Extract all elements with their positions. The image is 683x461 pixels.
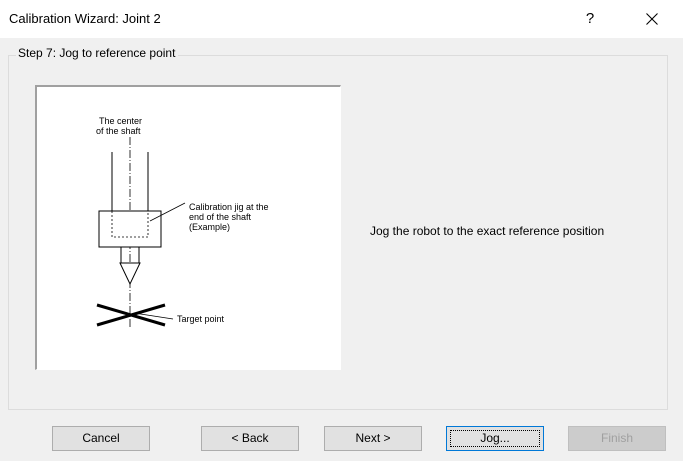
center-label-line1: The center xyxy=(99,116,142,126)
jog-button-label: Jog... xyxy=(480,431,510,445)
jig-block xyxy=(98,210,162,248)
help-icon: ? xyxy=(585,10,595,27)
title-bar: Calibration Wizard: Joint 2 ? xyxy=(0,0,683,38)
cancel-button[interactable]: Cancel xyxy=(52,426,150,451)
finish-button-label: Finish xyxy=(600,431,633,445)
center-label-line2: of the shaft xyxy=(96,126,141,136)
next-button[interactable]: Next > xyxy=(324,426,422,451)
cancel-button-label: Cancel xyxy=(82,431,120,445)
target-label: Target point xyxy=(177,314,225,324)
step-legend: Step 7: Jog to reference point xyxy=(16,46,179,60)
help-button[interactable]: ? xyxy=(575,4,605,34)
jig-label-line3: (Example) xyxy=(189,222,230,232)
finish-button[interactable]: Finish xyxy=(568,426,666,451)
pointer-tip xyxy=(119,262,141,286)
jig-label-line1: Calibration jig at the xyxy=(189,202,269,212)
jig-label-line2: end of the shaft xyxy=(189,212,252,222)
step-instruction: Jog the robot to the exact reference pos… xyxy=(370,224,605,238)
back-button[interactable]: < Back xyxy=(201,426,299,451)
next-button-label: Next > xyxy=(355,431,391,445)
jog-button[interactable]: Jog... xyxy=(446,426,544,451)
back-button-label: < Back xyxy=(231,431,269,445)
reference-diagram: The center of the shaft Calibration jig … xyxy=(35,85,341,370)
diagram-svg: The center of the shaft Calibration jig … xyxy=(96,116,269,327)
close-button[interactable] xyxy=(630,4,674,34)
window-title: Calibration Wizard: Joint 2 xyxy=(9,11,161,26)
close-icon xyxy=(646,13,658,25)
